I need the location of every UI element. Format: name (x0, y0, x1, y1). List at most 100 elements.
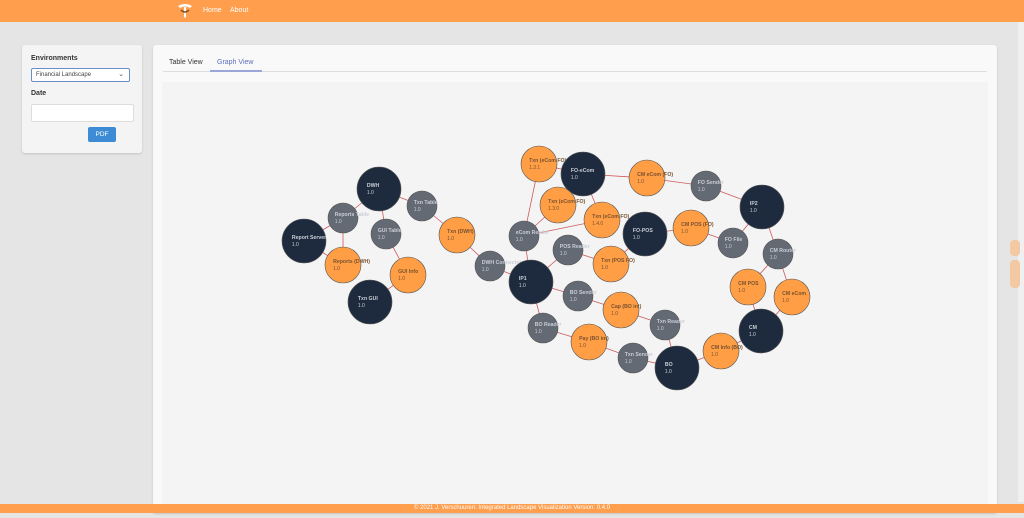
scroll-handle-upper[interactable] (1010, 240, 1020, 256)
graph-node-fo_ecom[interactable]: FO-eCom1.0 (560, 151, 606, 197)
graph-node-txn_pos_fo[interactable]: Txn (POS FO)1.0 (592, 245, 635, 283)
graph-node-circle[interactable] (717, 227, 749, 259)
graph-node-gui_table[interactable]: GUI Table1.0 (370, 218, 402, 250)
graph-node-reports_table[interactable]: Reports Table1.0 (327, 202, 369, 234)
graph-node-txn_ecom_fo3[interactable]: Txn (eCom FO)1.4.0 (583, 201, 630, 239)
graph-node-circle[interactable] (672, 209, 710, 247)
scroll-handle-lower[interactable] (1010, 260, 1020, 288)
graph-node-circle[interactable] (649, 309, 681, 341)
graph-node-circle[interactable] (406, 190, 438, 222)
graph-node-version: 1.0 (611, 311, 618, 317)
graph-node-circle[interactable] (583, 201, 621, 239)
graph-node-name: Txn Sender (625, 352, 653, 358)
graph-node-circle[interactable] (690, 170, 722, 202)
graph-node-cm_ecom_fo[interactable]: CM eCom (FO)1.0 (628, 159, 673, 197)
graph-node-circle[interactable] (370, 218, 402, 250)
graph-node-txn_dwh[interactable]: Txn (DWH)1.0 (438, 216, 476, 254)
graph-node-cm[interactable]: CM1.0 (738, 308, 784, 354)
main-panel: Table View Graph View DWH 1.0 Reports Tabl… (153, 45, 997, 513)
graph-node-circle[interactable] (738, 308, 784, 354)
date-input[interactable] (31, 104, 134, 122)
graph-node-txn_gui[interactable]: Txn GUI1.0 (347, 279, 393, 325)
graph-node-report_server[interactable]: Report Server1.0 (281, 218, 327, 264)
graph-node-cap_bo_int[interactable]: Cap (BO int)1.0 (602, 291, 642, 329)
graph-node-version: 1.0 (519, 283, 526, 289)
graph-node-circle[interactable] (739, 184, 785, 230)
graph-node-version: 1.3.0 (548, 206, 559, 212)
graph-node-circle[interactable] (508, 220, 540, 252)
graph-node-cm_pos[interactable]: CM POS1.0 (729, 268, 767, 306)
graph-node-bo_sender[interactable]: BO Sender1.0 (562, 280, 597, 312)
graph-node-version: 1.0 (560, 251, 567, 257)
graph-node-circle[interactable] (508, 259, 554, 305)
graph-node-txn_table[interactable]: Txn Table1.0 (406, 190, 438, 222)
graph-node-ip2[interactable]: IP21.0 (739, 184, 785, 230)
graph-node-reports_dwh[interactable]: Reports (DWH)1.0 (324, 246, 370, 284)
graph-node-version: 1.0 (333, 266, 340, 272)
graph-node-circle[interactable] (520, 145, 558, 183)
tab-table-view[interactable]: Table View (169, 59, 203, 66)
graph-node-name: CM (749, 325, 757, 331)
graph-node-name: Pay (BO int) (579, 336, 609, 342)
graph-node-bo[interactable]: BO1.0 (654, 345, 700, 391)
graph-node-circle[interactable] (281, 218, 327, 264)
tab-graph-view[interactable]: Graph View (217, 59, 253, 66)
graph-node-name: Txn (eCom FO) (529, 158, 566, 164)
graph-node-circle[interactable] (347, 279, 393, 325)
environment-select[interactable]: Financial Landscape ⌄ (31, 68, 130, 82)
graph-node-ip1[interactable]: IP11.0 (508, 259, 554, 305)
graph-node-circle[interactable] (654, 345, 700, 391)
graph-node-version: 1.3.1 (529, 165, 540, 171)
graph-node-circle[interactable] (762, 238, 794, 270)
graph-node-name: CM POS (738, 281, 759, 287)
graph-node-circle[interactable] (617, 342, 649, 374)
graph-node-cm_router[interactable]: CM Router1.0 (762, 238, 796, 270)
graph-node-version: 1.0 (750, 208, 757, 214)
graph-node-circle[interactable] (438, 216, 476, 254)
graph-node-circle[interactable] (552, 234, 584, 266)
graph-node-name: FO Sender (698, 180, 724, 186)
nav-about-link[interactable]: About (230, 7, 248, 14)
graph-node-gui_info[interactable]: GUI Info1.0 (389, 256, 427, 294)
nav-home-link[interactable]: Home (203, 7, 222, 14)
graph-node-circle[interactable] (570, 323, 608, 361)
graph-node-version: 1.0 (698, 187, 705, 193)
app-logo-icon[interactable] (176, 2, 194, 20)
graph-node-circle[interactable] (560, 151, 606, 197)
graph-node-cm_info_bo[interactable]: CM Info (BO)1.0 (702, 332, 743, 370)
graph-node-cm_pos_fo[interactable]: CM POS (FO)1.0 (672, 209, 714, 247)
graph-node-name: Txn (eCom FO) (548, 199, 585, 205)
graph-node-circle[interactable] (592, 245, 630, 283)
graph-node-txn_reader[interactable]: Txn Reader1.0 (649, 309, 685, 341)
graph-node-pay_bo_int[interactable]: Pay (BO int)1.0 (570, 323, 609, 361)
graph-node-name: Txn (DWH) (447, 229, 474, 235)
graph-node-fo_pos[interactable]: FO-POS1.0 (622, 211, 668, 257)
graph-node-circle[interactable] (602, 291, 640, 329)
graph-node-circle[interactable] (702, 332, 740, 370)
graph-node-dwh[interactable]: DWH1.0 (356, 166, 402, 212)
graph-node-fo_file[interactable]: FO File1.0 (717, 227, 749, 259)
graph-node-circle[interactable] (773, 278, 811, 316)
graph-node-circle[interactable] (562, 280, 594, 312)
pdf-button[interactable]: PDF (88, 127, 116, 142)
graph-node-txn_ecom_fo[interactable]: Txn (eCom FO)1.3.1 (520, 145, 567, 183)
graph-node-ecom_reader[interactable]: eCom Reader1.0 (508, 220, 549, 252)
graph-node-circle[interactable] (539, 186, 577, 224)
graph-node-circle[interactable] (474, 250, 506, 282)
graph-node-circle[interactable] (324, 246, 362, 284)
graph-canvas[interactable]: DWH 1.0 Reports Table 1.0 Txn Table 1.0 Report… (162, 82, 988, 513)
graph-node-circle[interactable] (527, 312, 559, 344)
graph-node-txn_sender[interactable]: Txn Sender1.0 (617, 342, 653, 374)
graph-node-circle[interactable] (628, 159, 666, 197)
graph-node-version: 1.0 (633, 235, 640, 241)
graph-node-circle[interactable] (327, 202, 359, 234)
graph-node-circle[interactable] (389, 256, 427, 294)
graph-node-circle[interactable] (356, 166, 402, 212)
landscape-graph[interactable]: DWH1.0Reports Table1.0 Txn Table1.0 Report… (162, 82, 988, 513)
graph-node-fo_sender[interactable]: FO Sender1.0 (690, 170, 724, 202)
graph-node-bo_reader[interactable]: BO Reader1.0 (527, 312, 562, 344)
graph-node-circle[interactable] (729, 268, 767, 306)
graph-node-pos_reader[interactable]: POS Reader1.0 (552, 234, 590, 266)
graph-node-cm_ecom[interactable]: CM eCom1.0 (773, 278, 811, 316)
graph-node-circle[interactable] (622, 211, 668, 257)
